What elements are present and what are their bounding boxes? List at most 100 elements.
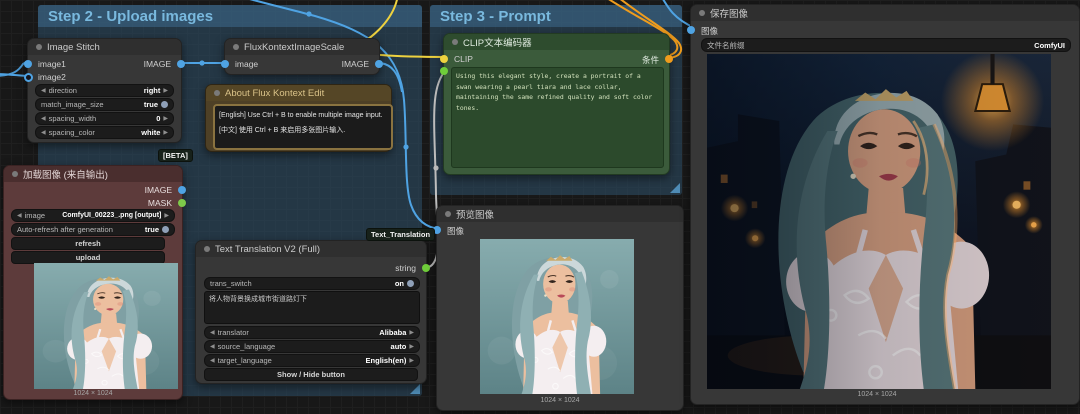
arrow-left-icon[interactable]: ◀ — [17, 213, 22, 219]
node-title-bar[interactable]: Image Stitch — [28, 39, 181, 55]
node-title: 加载图像 (来自输出) — [23, 170, 108, 181]
collapse-dot-icon[interactable] — [452, 39, 458, 45]
arrow-left-icon[interactable]: ◀ — [41, 130, 46, 136]
input-label-image: 图像 — [447, 226, 465, 236]
arrow-right-icon[interactable]: ▶ — [163, 116, 168, 122]
loaded-image-preview — [34, 263, 178, 389]
node-note-about-flux-kontext: About Flux Kontext Edit [English] Use Ct… — [205, 84, 393, 152]
input-dot-text[interactable] — [440, 67, 448, 75]
portrait-day-illustration — [480, 239, 634, 394]
output-dot-conditioning[interactable] — [665, 55, 673, 63]
node-flux-kontext-image-scale: FluxKontextImageScale image IMAGE — [221, 38, 383, 75]
toggle-icon[interactable] — [162, 226, 169, 233]
portrait-day-illustration — [34, 263, 178, 389]
input-dot-image2[interactable] — [24, 73, 33, 82]
output-label-string: string — [395, 263, 416, 273]
widget-trans-switch[interactable]: trans_switch on — [204, 277, 420, 290]
group-step3-title[interactable]: Step 3 - Prompt — [430, 5, 682, 27]
node-text-translation: Text Translation V2 (Full) string trans_… — [195, 240, 430, 384]
input-dot-clip[interactable] — [440, 55, 448, 63]
note-line-chinese: [中文] 使用 Ctrl + B 来启用多张图片输入. — [219, 126, 346, 134]
arrow-left-icon[interactable]: ◀ — [210, 358, 215, 364]
node-title-bar[interactable]: FluxKontextImageScale — [225, 39, 379, 55]
prompt-text-input[interactable]: Using this elegant style, create a portr… — [451, 67, 664, 168]
collapse-dot-icon[interactable] — [214, 90, 220, 96]
arrow-right-icon[interactable]: ▶ — [163, 88, 168, 94]
group-resize-handle[interactable] — [410, 384, 420, 394]
note-line-english: [English] Use Ctrl + B to enable multipl… — [219, 112, 383, 119]
note-text: [English] Use Ctrl + B to enable multipl… — [213, 104, 393, 150]
node-title: Text Translation V2 (Full) — [215, 243, 321, 255]
collapse-dot-icon[interactable] — [36, 44, 42, 50]
output-dot-image[interactable] — [177, 60, 185, 68]
widget-image-file[interactable]: ◀ image ComfyUI_00223_.png [output] ▶ — [11, 209, 175, 222]
input-label-clip: CLIP — [454, 54, 473, 64]
widget-spacing-color[interactable]: ◀ spacing_color white ▶ — [35, 126, 174, 139]
arrow-right-icon[interactable]: ▶ — [163, 130, 168, 136]
image-size-caption: 1024 × 1024 — [73, 390, 113, 397]
widget-spacing-width[interactable]: ◀ spacing_width 0 ▶ — [35, 112, 174, 125]
collapse-dot-icon[interactable] — [233, 44, 239, 50]
arrow-left-icon[interactable]: ◀ — [41, 116, 46, 122]
input-dot-image[interactable] — [221, 60, 229, 68]
arrow-right-icon[interactable]: ▶ — [409, 330, 414, 336]
saved-image-display — [707, 54, 1051, 389]
image-size-caption: 1024 × 1024 — [540, 397, 580, 404]
output-label-conditioning: 条件 — [641, 55, 659, 65]
widget-target-language[interactable]: ◀ target_language English(en) ▶ — [204, 354, 420, 367]
node-title: Image Stitch — [47, 41, 100, 53]
arrow-left-icon[interactable]: ◀ — [41, 88, 46, 94]
input-label-image1: image1 — [38, 59, 66, 69]
widget-translator[interactable]: ◀ translator Alibaba ▶ — [204, 326, 420, 339]
collapse-dot-icon[interactable] — [445, 211, 451, 217]
widget-match-image-size[interactable]: match_image_size true — [35, 98, 174, 111]
node-title-bar[interactable]: 保存图像 — [691, 5, 1079, 21]
widget-source-language[interactable]: ◀ source_language auto ▶ — [204, 340, 420, 353]
node-clip-text-encode: CLIP文本编码器 CLIP 条件 Using this elegant sty… — [440, 33, 673, 175]
arrow-left-icon[interactable]: ◀ — [210, 344, 215, 350]
group-step2-title[interactable]: Step 2 - Upload images — [38, 5, 422, 27]
node-load-image: 加载图像 (来自输出) IMAGE MASK ◀ image ComfyUI_0… — [3, 165, 186, 400]
node-graph-canvas[interactable]: Step 2 - Upload images Step 3 - Prompt I… — [0, 0, 1080, 414]
output-label-image: IMAGE — [341, 59, 369, 69]
output-dot-image[interactable] — [178, 186, 186, 194]
input-label-image2: image2 — [38, 72, 66, 82]
refresh-button[interactable]: refresh — [11, 237, 165, 250]
input-dot-image1[interactable] — [24, 60, 32, 68]
output-dot-image[interactable] — [375, 60, 383, 68]
group-resize-handle[interactable] — [670, 183, 680, 193]
text-translation-badge: Text_Translation — [366, 228, 436, 241]
input-dot-image[interactable] — [687, 26, 695, 34]
node-title: About Flux Kontext Edit — [225, 87, 325, 99]
node-title-bar[interactable]: 预览图像 — [437, 206, 683, 222]
arrow-right-icon[interactable]: ▶ — [409, 344, 414, 350]
arrow-left-icon[interactable]: ◀ — [210, 330, 215, 336]
output-label-image: IMAGE — [143, 59, 171, 69]
node-title-bar[interactable]: Text Translation V2 (Full) — [196, 241, 426, 257]
collapse-dot-icon[interactable] — [699, 10, 705, 16]
node-title: 预览图像 — [456, 210, 495, 221]
collapse-dot-icon[interactable] — [204, 246, 210, 252]
arrow-right-icon[interactable]: ▶ — [409, 358, 414, 364]
toggle-icon[interactable] — [161, 101, 168, 108]
node-title: FluxKontextImageScale — [244, 41, 345, 53]
node-image-stitch: Image Stitch image1 image2 IMAGE ◀ direc… — [24, 38, 185, 143]
translation-text-input[interactable]: 将人物背景换成城市街道路灯下 — [204, 291, 420, 324]
output-label-image: IMAGE — [144, 185, 172, 195]
output-dot-mask[interactable] — [178, 199, 186, 207]
node-preview-image: 预览图像 图像 1024 × 1024 — [433, 205, 684, 411]
node-title-bar[interactable]: 加载图像 (来自输出) — [4, 166, 182, 182]
input-label-image: 图像 — [701, 26, 719, 36]
arrow-right-icon[interactable]: ▶ — [164, 213, 169, 219]
show-hide-button[interactable]: Show / Hide button — [204, 368, 418, 381]
node-save-image: 保存图像 图像 文件名前缀 ComfyUI 1024 × 1024 — [687, 4, 1080, 405]
output-dot-string[interactable] — [422, 264, 430, 272]
widget-filename-prefix[interactable]: 文件名前缀 ComfyUI — [701, 38, 1071, 52]
node-title-bar[interactable]: CLIP文本编码器 — [444, 34, 669, 50]
widget-auto-refresh[interactable]: Auto-refresh after generation true — [11, 223, 175, 236]
widget-direction[interactable]: ◀ direction right ▶ — [35, 84, 174, 97]
toggle-icon[interactable] — [407, 280, 414, 287]
node-title: 保存图像 — [710, 9, 749, 20]
node-title-bar[interactable]: About Flux Kontext Edit — [206, 85, 391, 101]
collapse-dot-icon[interactable] — [12, 171, 18, 177]
